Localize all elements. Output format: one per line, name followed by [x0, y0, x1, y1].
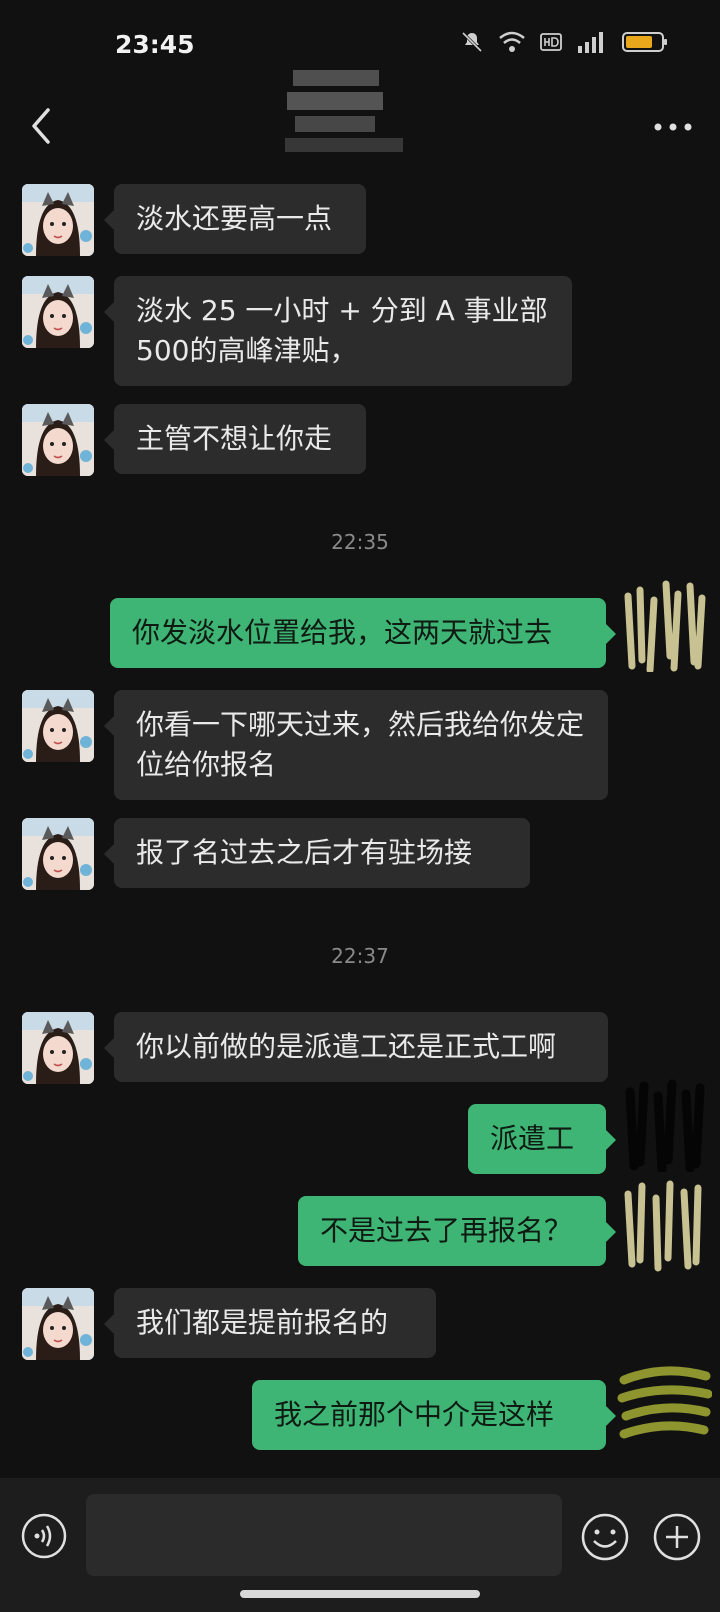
incoming-message[interactable]: 主管不想让你走: [104, 404, 366, 474]
contact-name-redacted[interactable]: [285, 64, 405, 164]
my-avatar-redacted[interactable]: [616, 1176, 712, 1272]
voice-icon[interactable]: [20, 1512, 68, 1560]
signal-4g-icon: [578, 32, 603, 53]
incoming-message[interactable]: 淡水 25 一小时 + 分到 A 事业部 500的高峰津贴，: [104, 276, 572, 386]
incoming-message[interactable]: 我们都是提前报名的: [104, 1288, 436, 1358]
status-icons: [460, 30, 668, 54]
more-icon[interactable]: [648, 112, 698, 142]
status-time: 23:45: [115, 30, 195, 59]
outgoing-message[interactable]: 不是过去了再报名？: [298, 1196, 616, 1266]
chat-header: [0, 70, 720, 180]
outgoing-message[interactable]: 我之前那个中介是这样: [252, 1380, 616, 1450]
home-indicator[interactable]: [240, 1590, 480, 1598]
my-avatar-redacted[interactable]: [616, 1076, 712, 1172]
contact-avatar[interactable]: [22, 276, 94, 348]
contact-avatar[interactable]: [22, 1012, 94, 1084]
message-input[interactable]: [86, 1494, 562, 1576]
wifi-icon: [499, 31, 525, 52]
back-icon[interactable]: [22, 104, 62, 148]
contact-avatar[interactable]: [22, 184, 94, 256]
plus-icon[interactable]: [652, 1512, 702, 1562]
message-timestamp: 22:35: [331, 530, 389, 554]
contact-avatar[interactable]: [22, 690, 94, 762]
contact-avatar[interactable]: [22, 404, 94, 476]
contact-avatar[interactable]: [22, 1288, 94, 1360]
incoming-message[interactable]: 你以前做的是派遣工还是正式工啊: [104, 1012, 608, 1082]
incoming-message[interactable]: 你看一下哪天过来，然后我给你发定位给你报名: [104, 690, 608, 800]
my-avatar-redacted[interactable]: [616, 1360, 712, 1456]
contact-avatar[interactable]: [22, 818, 94, 890]
my-avatar-redacted[interactable]: [616, 576, 712, 672]
mute-icon: [461, 31, 483, 53]
incoming-message[interactable]: 淡水还要高一点: [104, 184, 366, 254]
outgoing-message[interactable]: 派遣工: [468, 1104, 616, 1174]
incoming-message[interactable]: 报了名过去之后才有驻场接: [104, 818, 530, 888]
outgoing-message[interactable]: 你发淡水位置给我，这两天就过去: [110, 598, 616, 668]
battery-icon: [622, 32, 667, 52]
message-timestamp: 22:37: [331, 944, 389, 968]
hd-icon: [540, 33, 562, 51]
emoji-icon[interactable]: [580, 1512, 630, 1562]
